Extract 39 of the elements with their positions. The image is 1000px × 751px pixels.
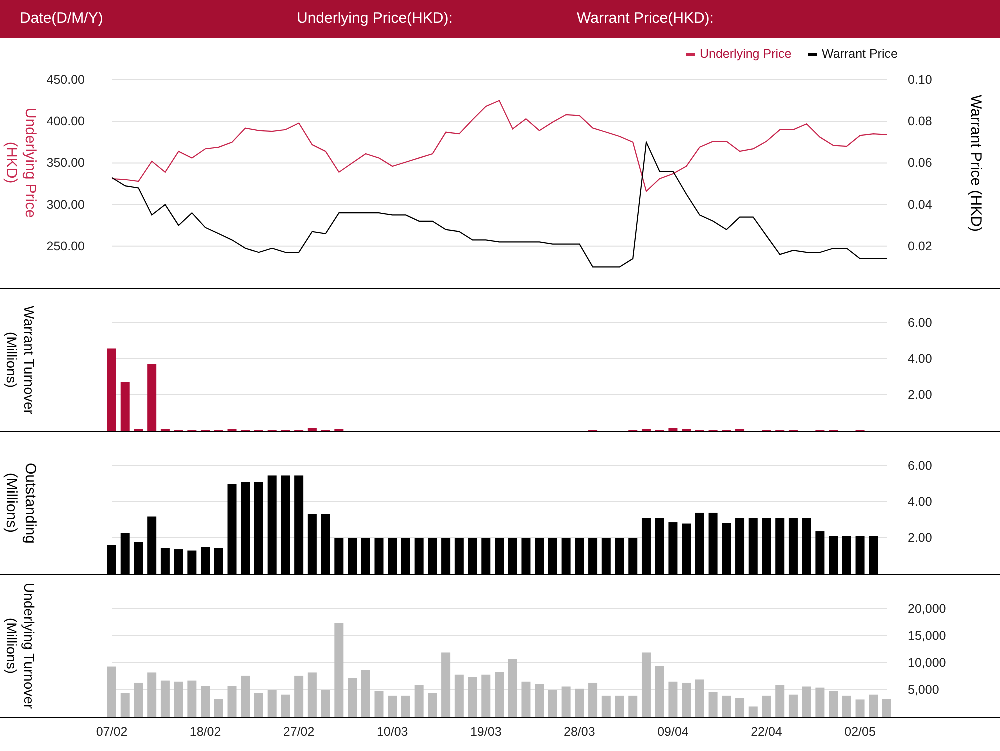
date-label: 22/04	[751, 725, 782, 739]
axis-tick-label: 250.00	[46, 239, 85, 254]
axis-title: Outstanding (Millions)	[2, 462, 39, 546]
date-label: 28/03	[564, 725, 596, 739]
axis-tick-label: 300.00	[46, 198, 85, 212]
axis-tick-label: 0.06	[908, 156, 932, 170]
axis-tick-label: 450.00	[46, 73, 85, 87]
header-label: Date(D/M/Y)	[19, 8, 104, 29]
axis-tick-label: 10,000	[908, 656, 946, 670]
axis-tick-label: 400.00	[46, 114, 85, 129]
date-label: 18/02	[190, 725, 222, 739]
axis-tick-label: 6.00	[908, 459, 932, 473]
axis-tick-label: 0.04	[908, 198, 932, 212]
axis-tick-label: 2.00	[908, 531, 932, 545]
axis-tick-label: 4.00	[908, 495, 932, 509]
date-label: 02/05	[844, 725, 876, 739]
axis-tick-label: 5,000	[908, 683, 940, 697]
date-label: 19/03	[470, 725, 502, 739]
axis-tick-label: 0.02	[908, 239, 932, 254]
axis-tick-label: 0.08	[908, 114, 932, 129]
axis-title: Underlying Turnover (Millions)	[3, 582, 38, 711]
axis-title: Warrant Turnover (Millions)	[3, 304, 38, 416]
axis-tick-label: 6.00	[908, 316, 932, 330]
axis-title: Warrant Price (HKD)	[966, 94, 986, 232]
axis-tick-label: 4.00	[908, 352, 932, 366]
axis-tick-label: 20,000	[908, 602, 946, 616]
axis-tick-label: 350.00	[46, 156, 85, 170]
axis-title: Underlying Price (HKD)	[2, 106, 39, 220]
date-label: 10/03	[376, 725, 408, 739]
header-label: Underlying Price(HKD):	[297, 8, 454, 29]
header-label: Warrant Price(HKD):	[577, 8, 714, 29]
legend-label: Warrant Price	[822, 47, 898, 61]
date-label: 09/04	[658, 725, 689, 739]
axis-tick-label: 2.00	[908, 388, 932, 402]
axis-tick-label: 15,000	[908, 629, 946, 643]
date-label: 27/02	[283, 725, 315, 739]
legend-label: Underlying Price	[700, 47, 792, 61]
axis-tick-label: 0.10	[908, 73, 932, 87]
date-label: 07/02	[96, 725, 128, 739]
